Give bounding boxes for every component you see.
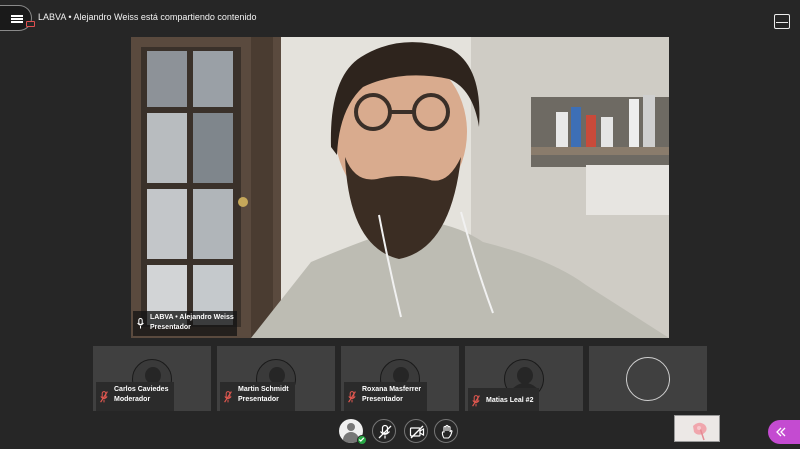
- empty-avatar-ring: [626, 357, 670, 401]
- participant-name: Carlos Caviedes: [114, 386, 169, 393]
- presenter-role: Presentador: [150, 324, 191, 331]
- mic-toggle-button[interactable]: [372, 419, 396, 443]
- participant-name: Martin Schmidt: [238, 386, 289, 393]
- participant-label: Roxana Masferrer Presentador: [344, 382, 428, 411]
- shared-content-preview: [675, 416, 719, 441]
- layout-toggle-button[interactable]: [774, 14, 790, 29]
- hamburger-icon: [11, 15, 23, 17]
- camera-off-icon: [409, 425, 425, 439]
- participant-tile-empty[interactable]: [589, 346, 707, 411]
- participant-name: Matias Leal #2: [486, 397, 534, 404]
- double-chevron-left-icon: [776, 427, 786, 437]
- participant-tile[interactable]: Carlos Caviedes Moderador: [93, 346, 211, 411]
- collaborate-panel-button[interactable]: [768, 420, 800, 444]
- shared-content-thumbnail[interactable]: [674, 415, 720, 442]
- presenter-video-frame: [131, 37, 669, 338]
- presenter-caption: LABVA • Alejandro Weiss Presentador: [133, 311, 237, 336]
- presenter-video: [131, 37, 669, 338]
- status-check-mark: [358, 437, 365, 442]
- participant-role: Presentador: [238, 396, 279, 403]
- mic-muted-icon: [472, 395, 480, 407]
- raise-hand-icon: [441, 424, 453, 439]
- mic-muted-icon: [348, 391, 356, 403]
- mic-muted-icon: [224, 391, 232, 403]
- mic-off-icon: [378, 424, 392, 439]
- recording-indicator-icon: [26, 21, 35, 27]
- session-title: LABVA • Alejandro Weiss está compartiend…: [38, 12, 257, 22]
- camera-toggle-button[interactable]: [404, 419, 428, 443]
- participant-label: Martin Schmidt Presentador: [220, 382, 295, 411]
- participant-tile[interactable]: Martin Schmidt Presentador: [217, 346, 335, 411]
- mic-muted-icon: [100, 391, 108, 403]
- microphone-icon: [137, 318, 144, 329]
- participant-role: Presentador: [362, 396, 403, 403]
- participant-label: Matias Leal #2: [468, 388, 540, 411]
- presenter-name: LABVA • Alejandro Weiss: [150, 314, 234, 321]
- check-status-icon: [357, 435, 367, 445]
- menu-button[interactable]: [0, 5, 35, 31]
- participant-role: Moderador: [114, 396, 151, 403]
- raise-hand-button[interactable]: [434, 419, 458, 443]
- participant-tile[interactable]: Matias Leal #2: [465, 346, 583, 411]
- participant-label: Carlos Caviedes Moderador: [96, 382, 175, 411]
- participant-tile[interactable]: Roxana Masferrer Presentador: [341, 346, 459, 411]
- participant-name: Roxana Masferrer: [362, 386, 422, 393]
